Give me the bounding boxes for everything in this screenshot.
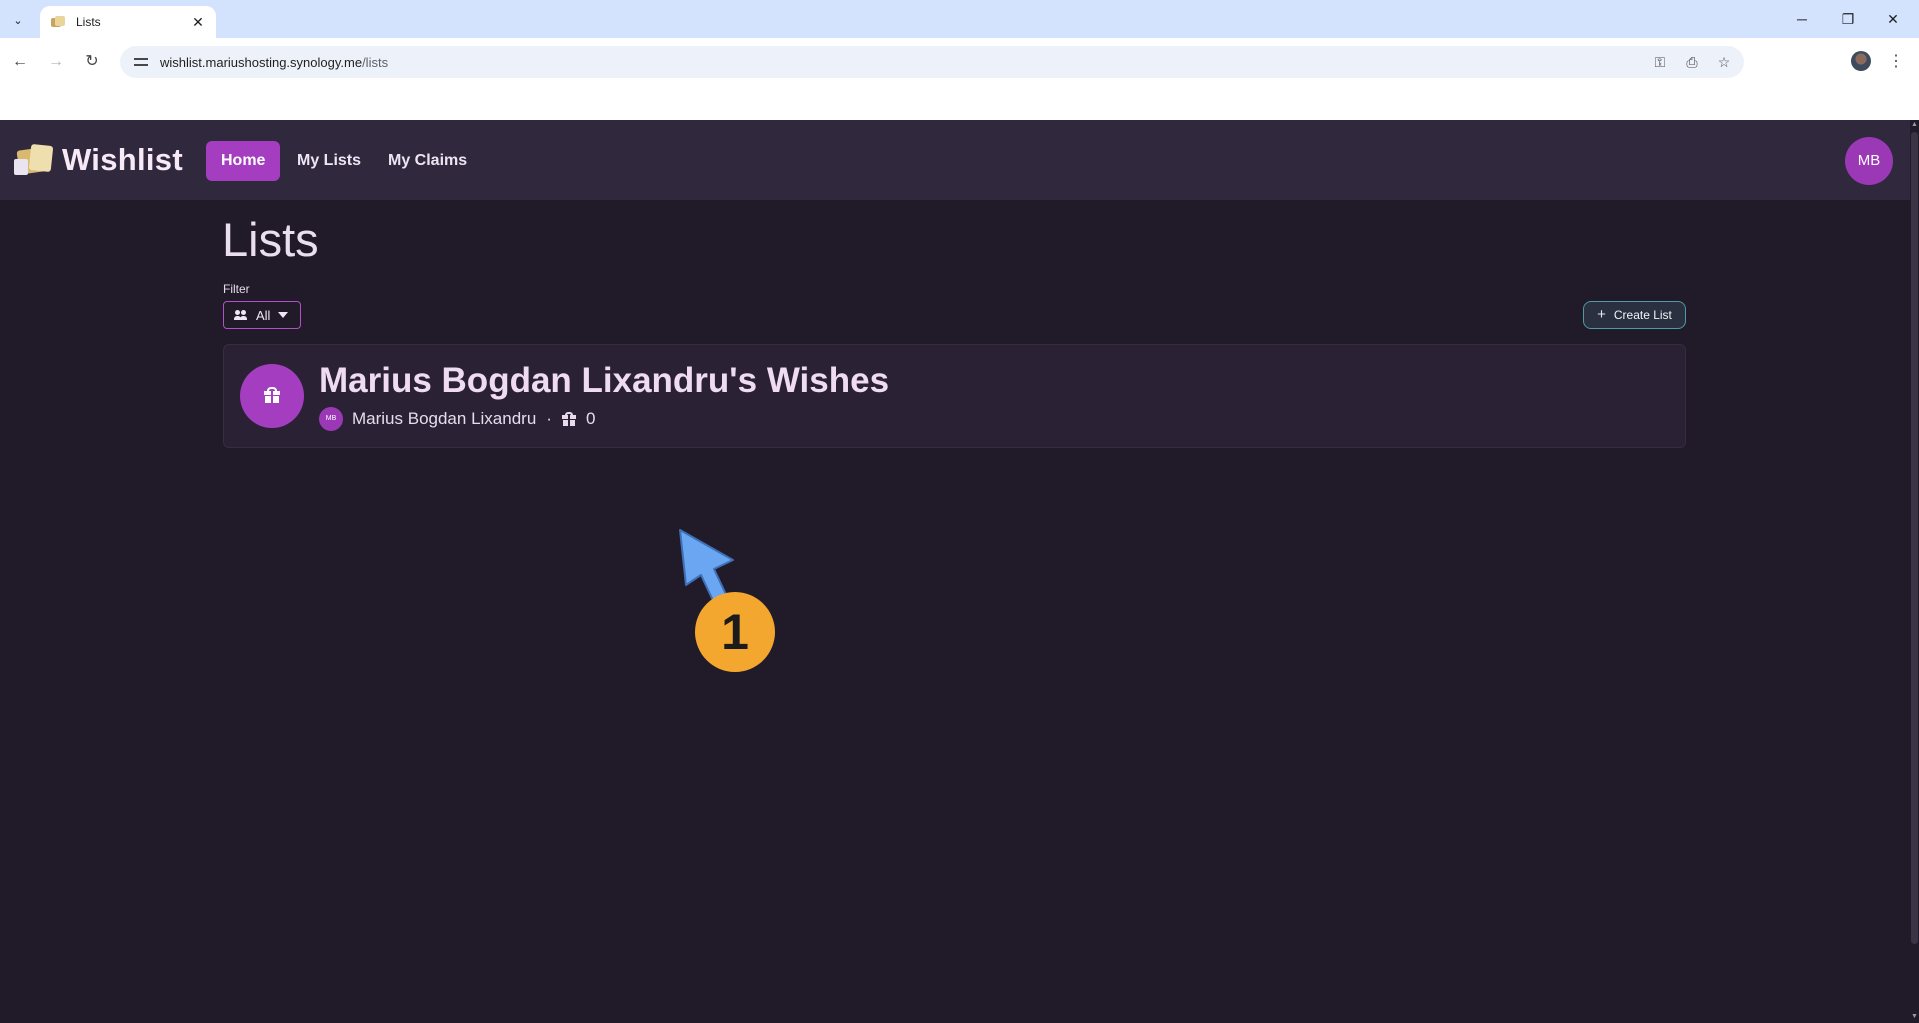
browser-profile-avatar[interactable] — [1851, 51, 1871, 71]
user-avatar[interactable]: MB — [1845, 137, 1893, 185]
gift-icon — [264, 387, 280, 403]
restore-icon[interactable]: ❐ — [1836, 8, 1860, 30]
tab-search-chevron-icon[interactable]: ⌄ — [6, 8, 30, 32]
app-viewport: Wishlist Home My Lists My Claims MB List… — [0, 120, 1910, 1023]
site-info-icon[interactable] — [134, 56, 148, 68]
app-header: Wishlist Home My Lists My Claims MB — [0, 120, 1910, 200]
page-scrollbar-thumb[interactable] — [1911, 132, 1918, 944]
password-key-icon[interactable]: ⚿ — [1650, 52, 1670, 72]
list-meta: MB Marius Bogdan Lixandru · 0 — [319, 407, 595, 431]
owner-name: Marius Bogdan Lixandru — [352, 409, 537, 428]
filter-label: Filter — [223, 282, 250, 296]
people-icon — [234, 310, 247, 320]
brand-name[interactable]: Wishlist — [62, 142, 183, 178]
minimize-icon[interactable]: ─ — [1790, 8, 1814, 30]
caret-down-icon — [278, 312, 289, 318]
tab-title: Lists — [76, 15, 101, 29]
tab-favicon-icon — [50, 15, 66, 29]
step-badge: 1 — [695, 592, 775, 672]
url-text: wishlist.mariushosting.synology.me/lists — [160, 55, 388, 70]
page-title: Lists — [222, 213, 319, 266]
nav-my-claims[interactable]: My Claims — [373, 141, 482, 181]
install-app-icon[interactable]: ⎙ — [1682, 52, 1702, 72]
nav-my-lists[interactable]: My Lists — [282, 141, 376, 181]
bookmark-star-icon[interactable]: ☆ — [1714, 52, 1734, 72]
filter-dropdown[interactable]: All — [223, 301, 301, 329]
browser-tabstrip: ⌄ Lists ✕ ─ ❐ ✕ — [0, 0, 1919, 38]
item-count: 0 — [585, 409, 596, 428]
scroll-down-icon[interactable]: ▼ — [1911, 1013, 1918, 1021]
tab-close-icon[interactable]: ✕ — [190, 14, 206, 31]
nav-home[interactable]: Home — [206, 141, 281, 181]
close-window-icon[interactable]: ✕ — [1881, 8, 1905, 30]
back-icon[interactable]: ← — [8, 50, 32, 74]
url-host: wishlist.mariushosting.synology.me — [160, 54, 363, 70]
meta-separator: · — [546, 409, 552, 428]
list-card[interactable]: Marius Bogdan Lixandru's Wishes MB Mariu… — [223, 344, 1686, 448]
forward-icon[interactable]: → — [44, 50, 68, 74]
scroll-up-icon[interactable]: ▲ — [1911, 121, 1918, 129]
filter-value: All — [256, 307, 271, 323]
browser-tab[interactable]: Lists ✕ — [40, 6, 216, 38]
create-list-button[interactable]: + Create List — [1583, 301, 1686, 329]
browser-toolbar: ← → ↻ wishlist.mariushosting.synology.me… — [0, 38, 1919, 86]
owner-avatar: MB — [319, 407, 343, 431]
address-bar[interactable]: wishlist.mariushosting.synology.me/lists… — [120, 46, 1744, 78]
plus-icon: + — [1597, 306, 1606, 323]
list-avatar — [240, 364, 304, 428]
url-path: /lists — [362, 54, 389, 70]
bookmarks-bar — [0, 86, 1919, 120]
item-count-gift-icon — [561, 412, 576, 426]
browser-menu-icon[interactable]: ⋮ — [1888, 50, 1904, 74]
create-list-label: Create List — [1613, 308, 1672, 322]
wishlist-logo-icon[interactable] — [14, 143, 54, 177]
list-title[interactable]: Marius Bogdan Lixandru's Wishes — [319, 361, 889, 401]
reload-icon[interactable]: ↻ — [80, 50, 104, 74]
